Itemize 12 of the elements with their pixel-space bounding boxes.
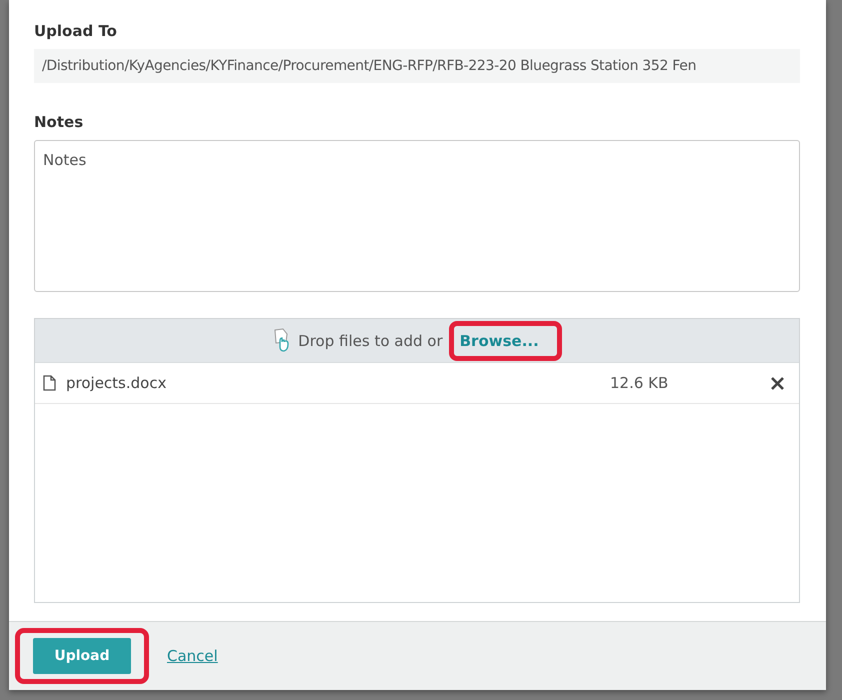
upload-button[interactable]: Upload [33,638,131,674]
upload-to-label: Upload To [34,22,118,40]
drop-prompt: Drop files to add or [298,332,443,350]
cancel-link[interactable]: Cancel [167,647,218,665]
file-name: projects.docx [66,374,168,392]
close-icon[interactable] [770,376,785,390]
file-size: 12.6 KB [610,374,670,392]
document-icon [43,375,56,391]
notes-label: Notes [34,113,84,131]
notes-field[interactable]: Notes [34,140,800,292]
browse-link[interactable]: Browse... [460,332,539,350]
upload-path-field: /Distribution/KyAgencies/KYFinance/Procurement/ENG-RFP/RFB-223-20 Bluegrass Station 352 Fen [34,49,800,83]
